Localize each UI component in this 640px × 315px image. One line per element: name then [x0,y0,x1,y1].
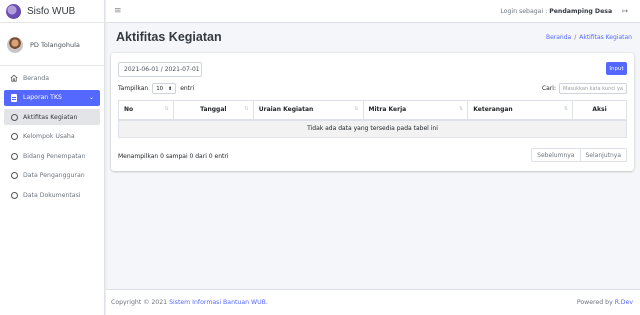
sidebar-nav: Beranda Laporan TKS ⌄ Aktifitas Kegiatan… [0,66,104,203]
circle-icon [9,191,19,199]
sidebar-item-label: Bidang Penempatan [23,152,86,160]
menu-toggle-icon[interactable]: ≡ [114,6,122,16]
input-button[interactable]: Input [606,62,627,75]
sidebar-item-aktifitas-kegiatan[interactable]: Aktifitas Kegiatan [4,109,100,125]
sidebar-item-laporan-tks[interactable]: Laporan TKS ⌄ [4,89,100,106]
brand-name: Sisfo WUB [27,5,76,17]
copyright-link[interactable]: Sistem Informasi Bantuan WUB. [169,299,268,306]
breadcrumb: Beranda / Aktifitas Kegiatan [546,34,632,41]
copyright: Copyright © 2021 Sistem Informasi Bantua… [111,299,268,306]
brand[interactable]: Sisfo WUB [0,0,104,23]
page-length-control: Tampilkan 10 ⬍ entri [118,83,194,94]
breadcrumb-current: Aktifitas Kegiatan [579,33,632,41]
select-arrows-icon: ⬍ [167,85,173,92]
powered-prefix: Powered by [576,299,615,306]
copyright-prefix: Copyright © 2021 [111,299,170,306]
table-info: Menampilkan 0 sampai 0 dari 0 entri [118,153,229,160]
sort-icon: ⇅ [459,106,464,112]
previous-button[interactable]: Sebelumnya [531,148,581,162]
sidebar-item-label: Laporan TKS [23,94,62,101]
powered-by: Powered by R.Dev [577,299,633,306]
circle-icon [9,172,19,179]
sidebar-item-label: Data Pengangguran [23,172,85,179]
logo-icon [6,3,21,19]
chevron-down-icon: ⌄ [88,93,94,101]
column-header-keterangan[interactable]: Keterangan ⇅ [467,100,574,121]
topbar: ≡ Login sebagai : Pendamping Desa ↦ [106,0,640,23]
circle-icon [9,113,19,121]
date-range-input[interactable]: 2021-06-01 / 2021-07-01 [118,62,202,77]
activity-card: 2021-06-01 / 2021-07-01 Input Tampilkan … [111,53,634,171]
column-header-mitra[interactable]: Mitra Kerja ⇅ [363,100,469,121]
column-header-tanggal[interactable]: Tanggal ⇅ [173,100,254,121]
circle-icon [9,152,19,160]
empty-table-message: Tidak ada data yang tersedia pada tabel … [118,119,627,138]
length-suffix: entri [180,85,195,92]
content-header: Aktifitas Kegiatan Beranda / Aktifitas Keg… [106,23,640,51]
sidebar-item-label: Data Dokumentasi [23,191,81,199]
page-length-select[interactable]: 10 ⬍ [152,83,177,94]
sidebar-item-data-pengangguran[interactable]: Data Pengangguran [4,168,100,184]
length-prefix: Tampilkan [118,85,149,92]
sidebar-item-bidang-penempatan[interactable]: Bidang Penempatan [4,148,100,164]
column-header-uraian[interactable]: Uraian Kegiatan ⇅ [253,100,364,121]
sort-icon: ⇅ [164,106,169,112]
home-icon [9,74,19,82]
sidebar-item-label: Kelompok Usaha [23,133,75,140]
login-prefix: Login sebagai : [500,7,550,15]
sidebar: Sisfo WUB PD Tolangohula Beranda Laporan… [0,0,105,315]
search-input[interactable]: Masukkan kata kunci ya [559,83,627,94]
page-title: Aktifitas Kegiatan [116,30,222,44]
sidebar-item-beranda[interactable]: Beranda [4,70,100,86]
next-button[interactable]: Selanjutnya [580,148,627,162]
breadcrumb-separator: / [574,33,577,41]
breadcrumb-home[interactable]: Beranda [546,34,571,41]
footer: Copyright © 2021 Sistem Informasi Bantua… [106,289,640,315]
sidebar-item-data-dokumentasi[interactable]: Data Dokumentasi [4,187,100,203]
sidebar-item-kelompok-usaha[interactable]: Kelompok Usaha [4,129,100,145]
column-header-aksi[interactable]: Aksi [572,100,627,121]
sidebar-item-label: Beranda [23,74,50,82]
sort-icon: ⇅ [244,106,249,112]
page-length-value: 10 [156,85,164,92]
logout-icon[interactable]: ↦ [622,7,628,15]
sort-icon: ⇅ [354,106,359,112]
sidebar-item-label: Aktifitas Kegiatan [23,113,78,121]
pagination: Sebelumnya Selanjutnya [531,148,627,162]
activity-table: No ⇅ Tanggal ⇅ Uraian Kegiatan ⇅ Mitra Kerj… [118,100,627,138]
user-name: PD Tolangohula [30,41,80,49]
login-info: Login sebagai : Pendamping Desa [500,8,612,15]
document-icon [9,93,19,102]
circle-icon [9,133,19,140]
login-role: Pendamping Desa [549,7,613,15]
user-panel[interactable]: PD Tolangohula [0,33,104,66]
avatar [7,37,23,53]
sort-icon: ⇅ [563,106,569,112]
column-header-no[interactable]: No ⇅ [118,100,174,121]
table-row: Tidak ada data yang tersedia pada tabel … [118,119,627,138]
table-header-row: No ⇅ Tanggal ⇅ Uraian Kegiatan ⇅ Mitra Kerj… [118,100,627,121]
search-label: Cari: [541,85,556,92]
powered-link[interactable]: R.Dev [615,299,633,306]
search-control: Cari: Masukkan kata kunci ya [542,83,627,94]
